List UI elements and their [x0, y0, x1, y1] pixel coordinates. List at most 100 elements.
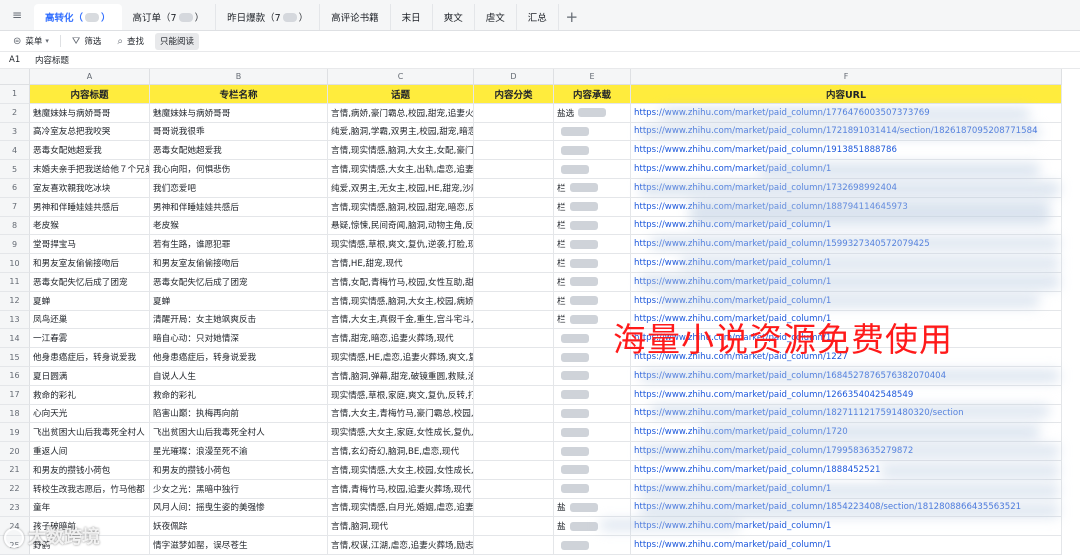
- table-cell[interactable]: 栏: [554, 273, 631, 292]
- column-header[interactable]: F: [631, 69, 1062, 85]
- table-cell[interactable]: 纯爱,脑洞,学霸,双男主,校园,甜宠,暗恋,现代: [328, 122, 474, 142]
- sheets-list-icon[interactable]: ≡: [0, 0, 34, 30]
- table-cell[interactable]: 妖夜佩踪: [150, 517, 328, 537]
- table-cell[interactable]: https://www.zhihu.com/market/paid_column…: [631, 536, 1062, 555]
- table-cell[interactable]: 我们恋爱吧: [150, 179, 328, 198]
- row-number[interactable]: 14: [0, 329, 30, 349]
- table-cell[interactable]: 飞出贫困大山后我毒死全村人: [150, 423, 328, 443]
- table-cell[interactable]: 恶毒女配她超爱我: [30, 141, 150, 161]
- row-number[interactable]: 10: [0, 254, 30, 273]
- row-number[interactable]: 17: [0, 385, 30, 405]
- filter-button[interactable]: ⛛ 筛选: [67, 33, 106, 50]
- add-sheet-button[interactable]: +: [559, 4, 585, 30]
- row-number[interactable]: 13: [0, 310, 30, 330]
- table-cell[interactable]: 栏: [554, 291, 631, 311]
- table-cell[interactable]: 魅魔妹妹与病娇哥哥: [150, 103, 328, 123]
- table-cell[interactable]: [554, 385, 631, 405]
- row-number[interactable]: 21: [0, 461, 30, 480]
- row-number[interactable]: 23: [0, 498, 30, 518]
- row-number[interactable]: 4: [0, 141, 30, 161]
- table-cell[interactable]: [474, 517, 554, 537]
- table-cell[interactable]: 栏: [554, 197, 631, 217]
- row-number[interactable]: 11: [0, 273, 30, 292]
- row-number[interactable]: 2: [0, 103, 30, 123]
- table-cell[interactable]: 和男友的攒钱小荷包: [30, 461, 150, 480]
- sheet-tab[interactable]: 爽文: [433, 4, 475, 30]
- table-cell[interactable]: 末婚夫亲手把我送给他７个兄弟: [30, 160, 150, 179]
- table-cell[interactable]: 夏日圆满: [30, 367, 150, 386]
- row-number[interactable]: 6: [0, 179, 30, 198]
- table-cell[interactable]: [474, 197, 554, 217]
- table-cell[interactable]: [474, 479, 554, 499]
- table-cell[interactable]: 室友喜欢親我吃冰块: [30, 179, 150, 198]
- table-cell[interactable]: [474, 536, 554, 555]
- table-cell[interactable]: [554, 423, 631, 443]
- table-cell[interactable]: 重返人间: [30, 442, 150, 461]
- table-cell[interactable]: [554, 141, 631, 161]
- table-cell[interactable]: 凤鸟还巢: [30, 310, 150, 330]
- header-cell[interactable]: 内容URL: [631, 85, 1062, 104]
- table-cell[interactable]: [474, 404, 554, 424]
- table-cell[interactable]: 高冷室友总把我咬哭: [30, 122, 150, 142]
- table-cell[interactable]: [474, 348, 554, 367]
- table-cell[interactable]: [474, 160, 554, 179]
- table-cell[interactable]: 转校生改我志愿后，竹马他都: [30, 479, 150, 499]
- table-cell[interactable]: 现实情感,HE,虐恋,追妻火葬场,爽文,复仇,现代: [328, 348, 474, 367]
- table-cell[interactable]: 言情,病娇,豪门霸总,校园,甜宠,追妻火葬场,沙雕,现代: [328, 103, 474, 123]
- table-cell[interactable]: 飞出贫困大山后我毒死全村人: [30, 423, 150, 443]
- table-cell[interactable]: [554, 160, 631, 179]
- table-cell[interactable]: 老皮猴: [150, 216, 328, 236]
- sheet-tab[interactable]: 汇总: [517, 4, 559, 30]
- table-cell[interactable]: 魅魔妹妹与病娇哥哥: [30, 103, 150, 123]
- sheet-tab[interactable]: 高评论书籍: [320, 4, 391, 30]
- menu-button[interactable]: ⊜ 菜单 ▾: [8, 33, 54, 50]
- header-cell[interactable]: 内容承载: [554, 85, 631, 104]
- table-cell[interactable]: 和男友室友偷偷接吻后: [150, 254, 328, 273]
- table-cell[interactable]: 现实情感,草根,爽文,复仇,逆袭,打脸,现代: [328, 235, 474, 255]
- table-cell[interactable]: 言情,现实情感,白月光,婚姻,虐恋,追妻火葬场,破镜重圆: [328, 498, 474, 518]
- row-number[interactable]: 22: [0, 479, 30, 499]
- table-cell[interactable]: [554, 461, 631, 480]
- table-cell[interactable]: 风月人间：摇曳生姿的美强惨: [150, 498, 328, 518]
- table-cell[interactable]: 夏蝉: [30, 291, 150, 311]
- table-cell[interactable]: 言情,脑洞,弹幕,甜宠,破镜重圆,救赎,治愈,现代: [328, 367, 474, 386]
- table-cell[interactable]: 恶毒女配她超爱我: [150, 141, 328, 161]
- table-cell[interactable]: 情字滋梦如罂，误尽苍生: [150, 536, 328, 555]
- column-header[interactable]: B: [150, 69, 328, 85]
- header-cell[interactable]: 话题: [328, 85, 474, 104]
- table-cell[interactable]: 男神和伴睡娃娃共感后: [30, 197, 150, 217]
- row-number[interactable]: 1: [0, 85, 30, 104]
- table-cell[interactable]: [554, 442, 631, 461]
- table-cell[interactable]: 星光璀璨：浪漫至死不渝: [150, 442, 328, 461]
- row-number[interactable]: 8: [0, 216, 30, 236]
- table-cell[interactable]: 言情,HE,甜宠,现代: [328, 254, 474, 273]
- header-cell[interactable]: 专栏名称: [150, 85, 328, 104]
- table-cell[interactable]: [474, 291, 554, 311]
- table-cell[interactable]: [474, 385, 554, 405]
- table-cell[interactable]: 哥哥说我很乖: [150, 122, 328, 142]
- table-cell[interactable]: 他身患癌症后，转身说爱我: [30, 348, 150, 367]
- table-cell[interactable]: 言情,大女主,青梅竹马,豪门霸总,校园,HE,女性成长,追妻火: [328, 404, 474, 424]
- table-cell[interactable]: [474, 216, 554, 236]
- table-cell[interactable]: 我心向阳，何惧悲伤: [150, 160, 328, 179]
- table-cell[interactable]: 和男友的攒钱小荷包: [150, 461, 328, 480]
- table-cell[interactable]: 栏: [554, 216, 631, 236]
- table-cell[interactable]: 恶毒女配失忆后成了团宠: [150, 273, 328, 292]
- row-number[interactable]: 7: [0, 197, 30, 217]
- table-cell[interactable]: [554, 367, 631, 386]
- table-cell[interactable]: 若有生路，谁愿犯罪: [150, 235, 328, 255]
- table-cell[interactable]: 心向天光: [30, 404, 150, 424]
- table-cell[interactable]: 清醒开局：女主她飒爽反击: [150, 310, 328, 330]
- table-cell[interactable]: 言情,现实情感,大女主,校园,女性成长,爽文,反转,打脸,现代: [328, 461, 474, 480]
- table-cell[interactable]: 言情,青梅竹马,校园,追妻火葬场,现代: [328, 479, 474, 499]
- table-cell[interactable]: 暗自心动：只对她情深: [150, 329, 328, 349]
- table-cell[interactable]: 言情,脑洞,现代: [328, 517, 474, 537]
- table-cell[interactable]: 男神和伴睡娃娃共感后: [150, 197, 328, 217]
- table-cell[interactable]: [474, 273, 554, 292]
- table-cell[interactable]: 陷害山巅：执梅再向前: [150, 404, 328, 424]
- table-cell[interactable]: [554, 479, 631, 499]
- table-cell[interactable]: [474, 461, 554, 480]
- column-header[interactable]: E: [554, 69, 631, 85]
- table-cell[interactable]: 言情,现实情感,大女主,出轨,虐恋,追妻火葬场,爽文,打脸,现代: [328, 160, 474, 179]
- table-cell[interactable]: 现实情感,大女主,家庭,女性成长,复仇,打脸,现代: [328, 423, 474, 443]
